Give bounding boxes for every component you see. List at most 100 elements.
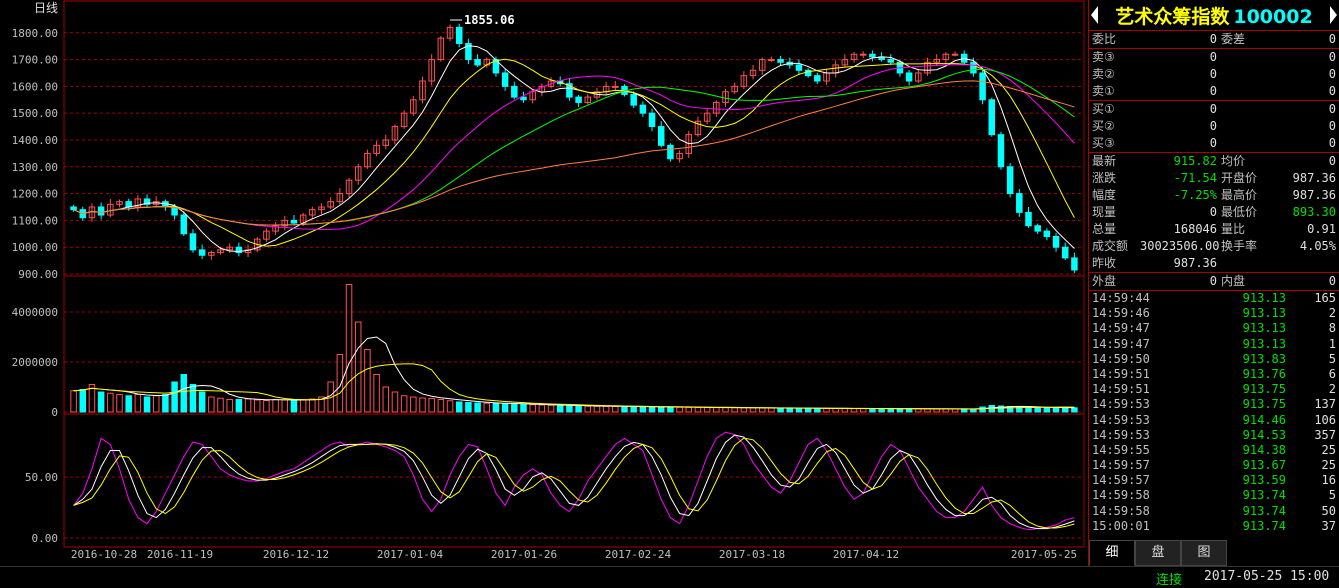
candle-body	[1043, 230, 1051, 237]
volume-bar	[538, 404, 546, 413]
volume-bar	[309, 398, 316, 413]
tick-list[interactable]: 14:59:44 913.13 165 14:59:46 913.13 2 14:59:47…	[1089, 291, 1339, 534]
status-datetime: 2017-05-25 15:00	[1204, 569, 1330, 584]
tick-row: 14:59:50 913.83 5	[1089, 352, 1339, 367]
tick-price: 913.59	[1242, 473, 1286, 488]
volume-bar	[740, 407, 748, 413]
candle-body	[648, 112, 656, 128]
volume-bar	[1061, 407, 1069, 413]
tick-price: 913.74	[1242, 518, 1286, 533]
volume-bar	[1043, 407, 1051, 413]
candle-body	[455, 26, 463, 44]
volume-bar	[722, 407, 729, 413]
tick-vol: 5	[1328, 488, 1336, 503]
ask-book: 卖③ 0 0 卖② 0 0 卖① 0 0	[1089, 49, 1339, 100]
volume-bar	[125, 395, 132, 413]
volume-bar	[235, 399, 243, 413]
tick-price: 914.38	[1242, 442, 1286, 457]
high-value: 987.36	[1292, 188, 1336, 202]
volume-bar	[795, 407, 803, 413]
tab-chart[interactable]: 图	[1181, 540, 1227, 566]
x-axis-label: 2017-02-24	[605, 548, 672, 561]
chart-area[interactable]: 日线 1800.00 1700.00 1600.00 1500.00 1400.00 130…	[0, 0, 1088, 566]
tick-time: 14:59:58	[1092, 488, 1150, 503]
bid-row[interactable]: 买③ 0 0	[1089, 135, 1339, 152]
candle-body	[814, 75, 821, 82]
tick-price: 914.53	[1242, 427, 1286, 442]
volume-bar	[244, 398, 252, 413]
tick-vol: 1	[1328, 336, 1336, 351]
period-label: 日线	[34, 1, 58, 15]
volume-bar	[419, 397, 426, 413]
high-label: 最高价	[1221, 188, 1258, 202]
price-tick-label: 1800.00	[12, 27, 58, 40]
tab-detail[interactable]: 细	[1089, 540, 1135, 566]
ask-row[interactable]: 卖② 0 0	[1089, 66, 1339, 83]
status-bar: 连接 2017-05-25 15:00	[0, 566, 1339, 588]
turnover-value: 4.05%	[1299, 239, 1336, 253]
connection-status[interactable]: 连接	[1156, 569, 1182, 588]
bid-row[interactable]: 买① 0 0	[1089, 101, 1339, 118]
volume-bar	[896, 408, 904, 413]
tick-row: 14:59:58 913.74 50	[1089, 504, 1339, 519]
x-axis-label: 2017-05-25	[1011, 548, 1077, 561]
tick-price: 913.74	[1242, 488, 1286, 503]
tick-vol: 25	[1321, 458, 1336, 473]
title-bar: 艺术众筹指数 100002	[1089, 0, 1339, 31]
next-arrow-icon[interactable]	[1330, 6, 1337, 24]
bid-row[interactable]: 买② 0 0	[1089, 118, 1339, 135]
volume-bar	[198, 391, 206, 413]
change-value: -71.54	[1173, 171, 1217, 185]
ask-price: 0	[1209, 50, 1217, 64]
tick-price: 914.46	[1242, 412, 1286, 427]
tick-vol: 50	[1321, 503, 1336, 518]
tick-time: 14:59:53	[1092, 397, 1150, 412]
tick-vol: 106	[1314, 412, 1336, 427]
volume-bar	[758, 407, 766, 413]
candle-body	[970, 61, 977, 74]
ma-line	[73, 58, 1075, 247]
volume-bar	[1034, 407, 1041, 413]
volume-bar	[602, 405, 610, 413]
tick-time: 14:59:51	[1092, 382, 1150, 397]
x-axis-label: 2017-04-12	[833, 548, 899, 561]
open-value: 987.36	[1292, 171, 1336, 185]
volume-bar	[336, 354, 344, 413]
open-label: 开盘价	[1221, 171, 1258, 185]
candle-body	[474, 59, 481, 66]
tab-book[interactable]: 盘	[1135, 540, 1181, 566]
candle-body	[777, 59, 784, 63]
tick-vol: 8	[1328, 321, 1336, 336]
candle-body	[795, 64, 803, 71]
low-value: 893.30	[1292, 205, 1336, 219]
volume-bar	[171, 381, 178, 413]
prev-arrow-icon[interactable]	[1091, 6, 1098, 24]
outer-inner-row: 外盘 0 内盘 0	[1089, 273, 1339, 290]
tick-price: 913.83	[1242, 351, 1286, 366]
volume-bar	[272, 399, 279, 413]
candle-body	[887, 59, 895, 63]
volume-bar	[850, 408, 858, 413]
volume-bar	[703, 407, 711, 413]
tick-time: 14:59:46	[1092, 306, 1150, 321]
volume-bar	[391, 391, 399, 413]
indicator-d-line	[73, 434, 1075, 530]
indicator-tick-label: 50.00	[25, 471, 58, 484]
volume-bar	[226, 399, 233, 413]
tick-price: 913.13	[1242, 306, 1286, 321]
volume-bar	[859, 408, 867, 413]
x-axis-label: 2017-01-26	[491, 548, 557, 561]
price-tick-label: 1600.00	[12, 80, 58, 93]
candle-body	[612, 85, 619, 88]
ask-row[interactable]: 卖③ 0 0	[1089, 49, 1339, 66]
volume-bar	[584, 405, 592, 413]
turnover-label: 换手率	[1221, 239, 1258, 253]
order-ratio-value: 0	[1209, 32, 1217, 46]
candlestick-chart[interactable]: 日线 1800.00 1700.00 1600.00 1500.00 1400.00 130…	[0, 0, 1088, 566]
volume-bar	[667, 406, 674, 413]
volume-bar	[116, 394, 123, 413]
bid-price: 0	[1209, 119, 1217, 133]
tick-time: 14:59:44	[1092, 291, 1150, 305]
ask-row[interactable]: 卖① 0 0	[1089, 83, 1339, 100]
volume-bar	[143, 396, 151, 413]
